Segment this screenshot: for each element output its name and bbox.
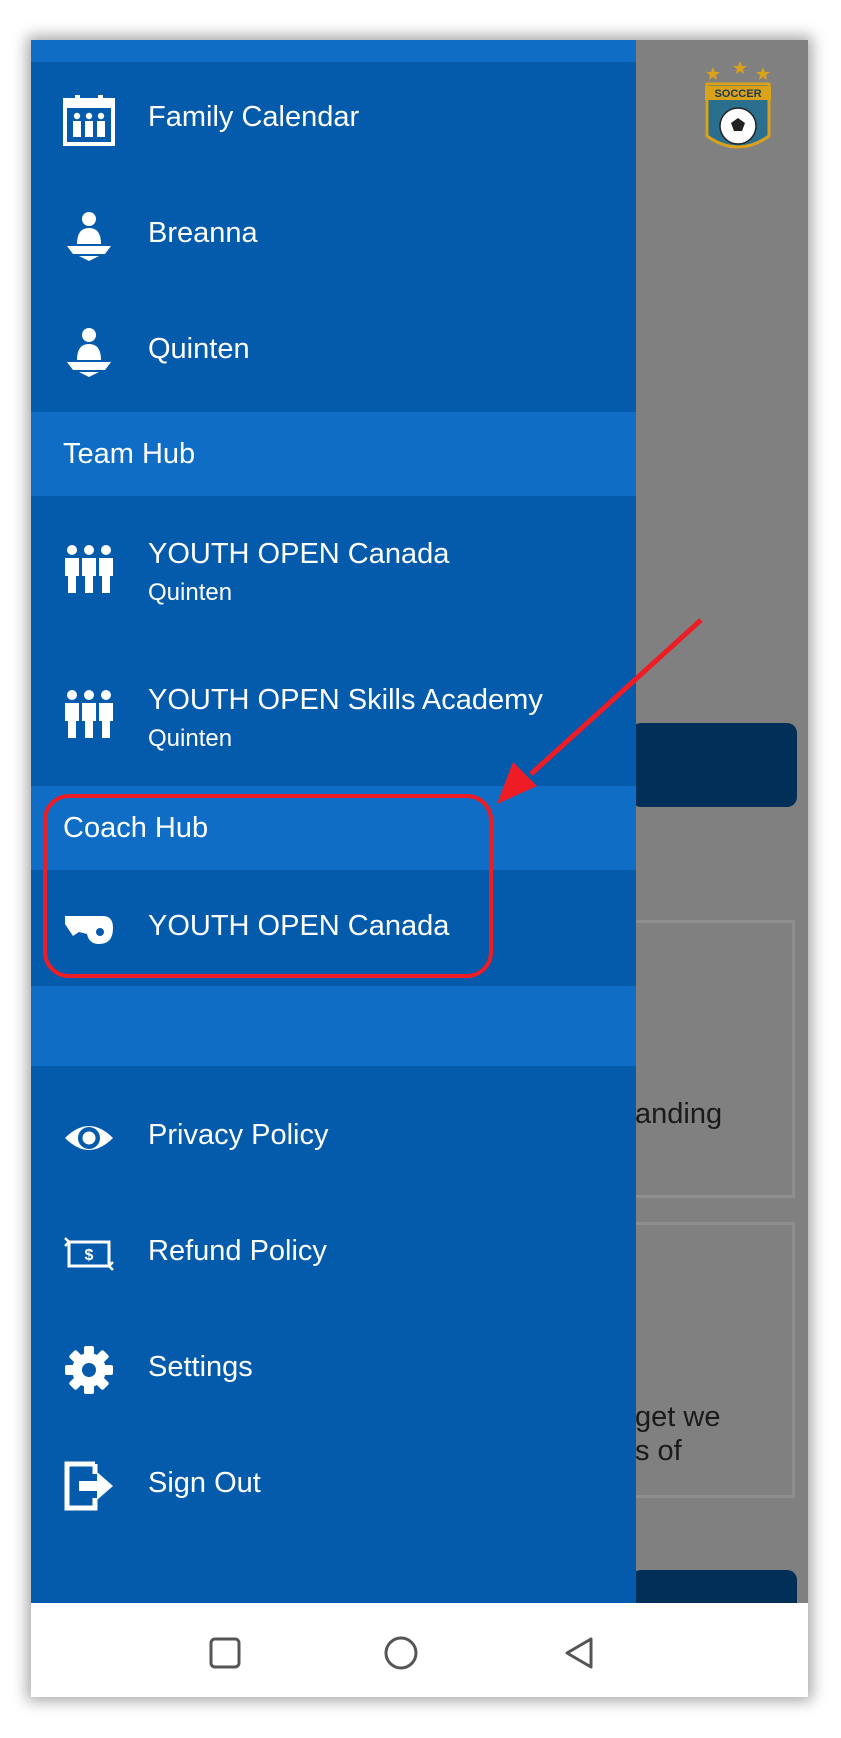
drawer-item-label: Quinten [148,333,250,365]
drawer-item-label: Refund Policy [148,1235,327,1267]
drawer-item-privacy-policy[interactable]: Privacy Policy [31,1080,636,1196]
team-item-label: YOUTH OPEN Skills Academy [148,684,543,716]
team-item-youth-open-canada[interactable]: YOUTH OPEN Canada Quinten [31,496,636,642]
team-item-subtitle: Quinten [148,579,233,606]
drawer-item-label: Breanna [148,217,258,249]
home-button[interactable] [383,1635,419,1671]
background-button [631,723,797,807]
sign-out-icon [64,1461,113,1511]
calendar-family-icon [63,95,115,146]
drawer-item-quinten[interactable]: Quinten [31,294,636,410]
drawer-item-breanna[interactable]: Breanna [31,178,636,294]
drawer-item-label: Family Calendar [148,101,360,133]
team-icon [65,690,113,738]
phone-screen: SOCCER anding get we s of Family Calenda… [31,40,808,1697]
svg-text:$: $ [85,1247,94,1264]
team-item-label: YOUTH OPEN Canada [148,538,450,570]
drawer-item-sign-out[interactable]: Sign Out [31,1428,636,1544]
drawer-item-label: Settings [148,1351,253,1383]
gear-icon [65,1346,113,1394]
background-text: s of [635,1435,682,1467]
system-navigation-bar [31,1603,808,1697]
back-button[interactable] [561,1635,597,1671]
team-item-subtitle: Quinten [148,725,233,752]
recents-button[interactable] [207,1635,243,1671]
team-item-youth-open-skills-academy[interactable]: YOUTH OPEN Skills Academy Quinten [31,642,636,786]
person-icon [67,328,111,377]
svg-text:SOCCER: SOCCER [714,88,761,100]
money-icon: $ [64,1237,114,1271]
drawer-item-family-calendar[interactable]: Family Calendar [31,62,636,178]
background-text: get we [635,1401,721,1433]
annotation-highlight-box [43,794,493,978]
eye-icon [65,1126,113,1150]
background-text: anding [635,1098,723,1130]
drawer-item-label: Privacy Policy [148,1119,329,1151]
soccer-logo: SOCCER [705,61,771,149]
person-icon [67,212,111,261]
section-header-team-hub: Team Hub [31,412,636,496]
background-card [631,920,795,1198]
drawer-divider [31,986,636,1066]
section-header-label: Team Hub [63,438,196,470]
drawer-item-settings[interactable]: Settings [31,1312,636,1428]
team-icon [65,545,113,593]
drawer-item-refund-policy[interactable]: $ Refund Policy [31,1196,636,1312]
drawer-header-strip [31,40,636,62]
drawer-item-label: Sign Out [148,1467,261,1499]
